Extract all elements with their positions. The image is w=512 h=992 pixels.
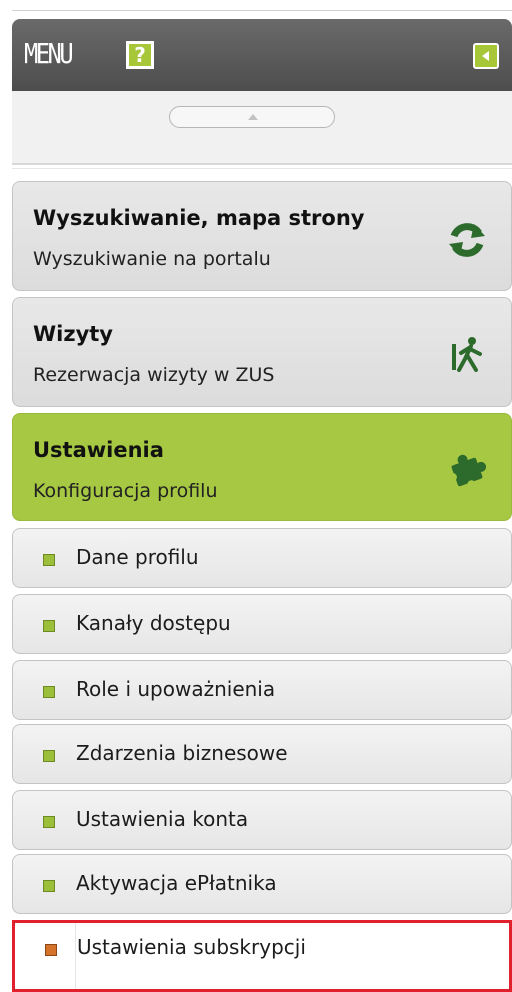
submenu-label: Dane profilu: [76, 545, 199, 569]
card-subtitle: Rezerwacja wizyty w ZUS: [33, 364, 275, 386]
divider: [12, 163, 512, 165]
scroll-area: [12, 91, 512, 163]
submenu-label: Aktywacja ePłatnika: [76, 871, 277, 895]
submenu-label: Kanały dostępu: [76, 611, 231, 635]
walking-person-icon: [452, 337, 482, 372]
bullet-icon: [43, 620, 55, 632]
refresh-icon: [449, 223, 485, 257]
menu-card-search[interactable]: Wyszukiwanie, mapa strony Wyszukiwanie n…: [12, 181, 512, 291]
divider: [75, 923, 76, 989]
submenu-item-access-channels[interactable]: Kanały dostępu: [12, 594, 512, 654]
bullet-icon: [45, 944, 57, 956]
bullet-icon: [43, 554, 55, 566]
submenu-item-eplatnik-activation[interactable]: Aktywacja ePłatnika: [12, 854, 512, 914]
card-title: Ustawienia: [33, 438, 164, 462]
submenu-item-business-events[interactable]: Zdarzenia biznesowe: [12, 724, 512, 784]
bullet-icon: [43, 750, 55, 762]
top-divider: [12, 10, 512, 11]
puzzle-icon: [448, 454, 487, 489]
menu-header: MENU ?: [12, 19, 512, 91]
submenu-item-roles[interactable]: Role i upoważnienia: [12, 660, 512, 720]
bullet-icon: [43, 816, 55, 828]
card-title: Wyszukiwanie, mapa strony: [33, 206, 365, 230]
submenu-item-profile-data[interactable]: Dane profilu: [12, 528, 512, 588]
submenu-label: Ustawienia subskrypcji: [77, 935, 306, 959]
submenu-label: Zdarzenia biznesowe: [76, 741, 288, 765]
bullet-icon: [43, 880, 55, 892]
bullet-icon: [43, 686, 55, 698]
help-button[interactable]: ?: [126, 41, 154, 69]
submenu-item-account-settings[interactable]: Ustawienia konta: [12, 790, 512, 850]
menu-title: MENU: [24, 37, 74, 70]
scroll-up-button[interactable]: [169, 106, 335, 128]
menu-card-visits[interactable]: Wizyty Rezerwacja wizyty w ZUS: [12, 297, 512, 407]
collapse-menu-button[interactable]: [473, 43, 499, 69]
divider: [12, 168, 512, 169]
card-subtitle: Konfiguracja profilu: [33, 480, 218, 502]
card-title: Wizyty: [33, 322, 114, 346]
submenu-item-subscription-settings[interactable]: Ustawienia subskrypcji: [12, 920, 512, 992]
submenu-label: Ustawienia konta: [76, 807, 249, 831]
submenu-label: Role i upoważnienia: [76, 677, 276, 701]
card-subtitle: Wyszukiwanie na portalu: [33, 248, 271, 270]
menu-card-settings[interactable]: Ustawienia Konfiguracja profilu: [12, 413, 512, 521]
